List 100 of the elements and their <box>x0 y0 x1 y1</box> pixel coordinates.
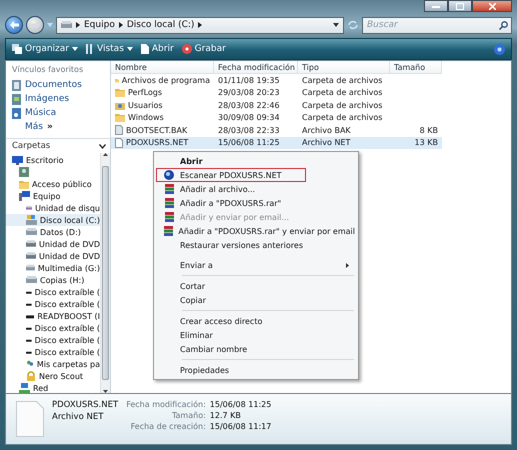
toolbar-button[interactable]: Grabar <box>182 44 226 54</box>
scrollbar[interactable] <box>100 153 110 393</box>
table-cell[interactable]: Archivos de programa <box>111 74 214 86</box>
menu-item[interactable]: Cambiar nombre <box>156 342 356 356</box>
table-cell[interactable]: Windows <box>111 112 214 124</box>
scroll-up-icon <box>103 153 108 156</box>
table-cell[interactable]: 13 KB <box>390 136 442 149</box>
table-cell[interactable]: 28/03/08 22:33 <box>214 124 298 136</box>
tree-item[interactable]: Red <box>6 382 100 393</box>
table-cell[interactable]: Carpeta de archivos <box>298 86 390 99</box>
column-header[interactable]: Fecha modificación <box>214 61 298 74</box>
tree-item[interactable]: Disco extraíble ( <box>6 346 100 358</box>
tree-item[interactable]: Mis carpetas pa <box>6 358 100 370</box>
views-icon <box>86 44 94 54</box>
picture-icon <box>12 94 21 104</box>
chevron-icon <box>118 22 123 28</box>
tree-item[interactable]: Acceso público <box>6 178 100 190</box>
tree-item[interactable]: READYBOOST (I <box>6 310 100 322</box>
document-icon <box>115 125 123 136</box>
table-cell[interactable]: Carpeta de archivos <box>298 112 390 124</box>
drive-icon <box>26 215 37 225</box>
tree-item[interactable]: Multimedia (G:) <box>6 262 100 274</box>
menu-item[interactable]: Enviar a <box>156 258 356 272</box>
menu-item[interactable]: Eliminar <box>156 328 356 342</box>
folder-icon <box>19 180 29 188</box>
document-icon <box>12 80 21 90</box>
maximize-button[interactable] <box>448 0 472 12</box>
chevron-icon <box>198 22 202 28</box>
favorite-link[interactable]: Imágenes <box>6 92 110 106</box>
folder-icon <box>115 100 125 110</box>
menu-item[interactable]: Añadir a "PDOXUSRS.rar" y enviar por email <box>156 224 356 238</box>
table-cell[interactable]: 8 KB <box>390 124 442 136</box>
file-icon <box>16 401 44 437</box>
table-cell[interactable]: Archivo BAK <box>298 124 390 136</box>
toolbar-button[interactable]: Vistas <box>86 44 133 54</box>
caret-icon <box>333 23 339 27</box>
menu-item[interactable]: Propiedades <box>156 363 356 377</box>
tree-item[interactable]: Equipo <box>6 190 100 202</box>
search-field[interactable]: Buscar <box>362 16 512 34</box>
toolbar-button[interactable]: Organizar <box>12 44 78 54</box>
table-cell[interactable]: Carpeta de archivos <box>298 74 390 86</box>
favorite-link[interactable]: Documentos <box>6 78 110 92</box>
document-icon <box>140 44 149 54</box>
table-cell[interactable]: 28/03/08 22:46 <box>214 99 298 112</box>
tree-item[interactable]: Unidad de DVD <box>6 250 100 262</box>
table-cell[interactable]: BOOTSECT.BAK <box>111 124 214 136</box>
tree-item[interactable]: Unidad de disqu <box>6 202 100 214</box>
back-arrow-icon <box>10 21 18 29</box>
chevron-icon <box>99 144 106 148</box>
favorite-link[interactable]: Más » <box>6 120 110 134</box>
folder-icon <box>115 113 125 122</box>
tree-item[interactable]: Disco extraíble ( <box>6 298 100 310</box>
detail-label: Fecha modificación: <box>126 400 206 409</box>
table-cell[interactable]: 01/11/08 19:35 <box>214 74 298 86</box>
table-cell[interactable]: PDOXUSRS.NET <box>111 136 214 149</box>
help-icon[interactable] <box>494 44 505 54</box>
column-header[interactable]: Tamaño <box>390 61 442 74</box>
menu-item[interactable]: Crear acceso directo <box>156 314 356 328</box>
table-cell[interactable]: Carpeta de archivos <box>298 99 390 112</box>
toolbar-button[interactable]: Abrir <box>140 44 174 54</box>
tree-item[interactable]: Copias (H:) <box>6 274 100 286</box>
close-button[interactable] <box>472 0 512 12</box>
tree-item[interactable]: Datos (D:) <box>6 226 100 238</box>
breadcrumb[interactable]: Disco local (C:) <box>126 20 194 30</box>
tree-item[interactable]: Disco extraíble ( <box>6 334 100 346</box>
menu-item[interactable]: Copiar <box>156 293 356 307</box>
menu-item[interactable]: Añadir a "PDOXUSRS.rar" <box>156 196 356 210</box>
address-bar[interactable]: Equipo Disco local (C:) <box>56 16 344 34</box>
menu-item[interactable]: Añadir al archivo... <box>156 182 356 196</box>
menu-item[interactable]: Abrir <box>156 154 356 168</box>
tree-item[interactable]: Disco extraíble ( <box>6 286 100 298</box>
table-cell[interactable]: Archivo NET <box>298 136 390 149</box>
folders-header[interactable]: Carpetas <box>6 138 110 153</box>
drive-icon <box>26 264 35 272</box>
table-cell[interactable]: PerfLogs <box>111 86 214 99</box>
table-cell[interactable]: 29/03/08 20:23 <box>214 86 298 99</box>
table-cell[interactable]: 30/09/08 09:34 <box>214 112 298 124</box>
menu-item[interactable]: Escanear PDOXUSRS.NET <box>156 168 306 182</box>
tree-item[interactable]: Unidad de DVD <box>6 238 100 250</box>
books-icon <box>164 212 174 222</box>
tree-item[interactable]: Disco local (C:) <box>6 214 100 226</box>
menu-item[interactable]: Cortar <box>156 279 356 293</box>
menu-item[interactable]: Restaurar versiones anteriores <box>156 238 356 252</box>
drive-icon <box>26 326 32 330</box>
favorite-link[interactable]: Música <box>6 106 110 120</box>
lock-icon <box>26 371 36 381</box>
column-header[interactable]: Nombre <box>111 61 214 74</box>
back-button[interactable] <box>5 16 23 34</box>
chevron-icon <box>76 22 80 28</box>
books-icon <box>164 198 174 208</box>
breadcrumb[interactable]: Equipo <box>84 20 115 30</box>
column-header[interactable]: Tipo <box>298 61 390 74</box>
tree-item[interactable]: Escritorio <box>6 154 100 166</box>
forward-button[interactable] <box>26 16 44 34</box>
tree-item[interactable]: Disco extraíble ( <box>6 322 100 334</box>
detail-value: 15/06/08 11:25 <box>210 400 272 409</box>
tree-item[interactable]: Nero Scout <box>6 370 100 382</box>
table-cell[interactable]: Usuarios <box>111 99 214 112</box>
minimize-button[interactable] <box>424 0 448 12</box>
table-cell[interactable]: 15/06/08 11:25 <box>214 136 298 149</box>
